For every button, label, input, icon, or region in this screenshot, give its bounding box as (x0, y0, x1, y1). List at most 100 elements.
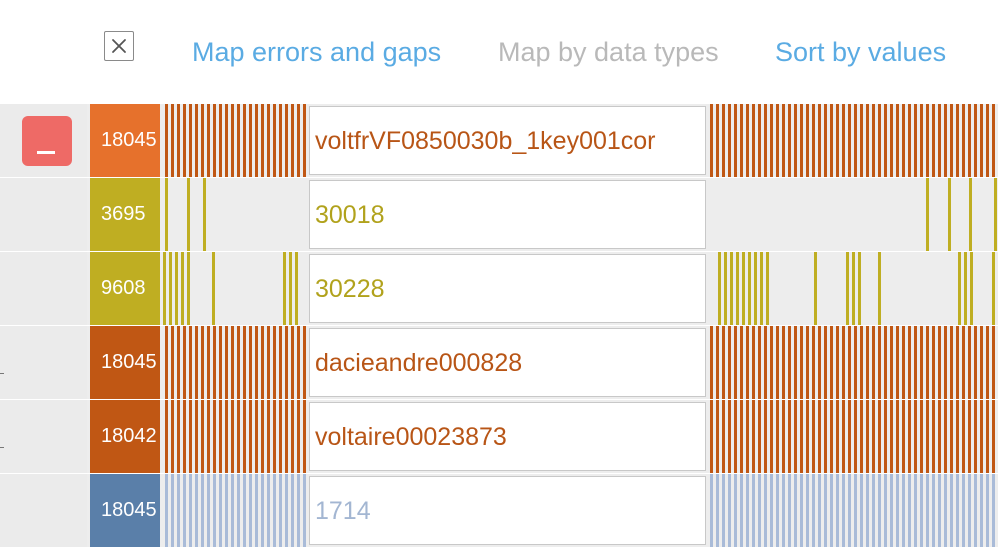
occurrence-bar (219, 474, 222, 547)
occurrence-bar (926, 474, 929, 547)
occurrence-bar (740, 400, 743, 473)
occurrence-bar (908, 326, 911, 399)
occurrence-bar (746, 326, 749, 399)
occurrence-bar (225, 104, 228, 177)
occurrence-bar (195, 400, 198, 473)
occurrence-bar (237, 474, 240, 547)
occurrence-bar (830, 400, 833, 473)
value-row[interactable]: 18042 voltaire00023873 (0, 400, 998, 473)
occurrence-bar (171, 474, 174, 547)
occurrence-bar (992, 400, 995, 473)
occurrence-bar (806, 104, 809, 177)
occurrence-bar (171, 326, 174, 399)
value-row[interactable]: 18045 1714 (0, 474, 998, 547)
occurrence-bar (806, 474, 809, 547)
occurrence-bar (187, 178, 190, 251)
occurrence-bar (866, 104, 869, 177)
occurrence-bar (297, 400, 300, 473)
value-row[interactable]: 3695 30018 (0, 178, 998, 251)
occurrence-bar (758, 326, 761, 399)
occurrence-bar (818, 400, 821, 473)
occurrence-bar (722, 474, 725, 547)
row-value-field[interactable]: dacieandre000828 (309, 328, 706, 397)
occurrence-bar (824, 104, 827, 177)
occurrence-bar (968, 400, 971, 473)
occurrence-bar (776, 474, 779, 547)
occurrence-bar (814, 252, 817, 325)
occurrence-bar (177, 474, 180, 547)
occurrence-bar (848, 326, 851, 399)
occurrence-bar (279, 326, 282, 399)
occurrence-bar (926, 400, 929, 473)
occurrence-bar (872, 400, 875, 473)
occurrence-bar (267, 104, 270, 177)
occurrence-bar (962, 474, 965, 547)
occurrence-bar (854, 400, 857, 473)
occurrence-bar (968, 104, 971, 177)
occurrence-bar (908, 474, 911, 547)
occurrence-bar (710, 474, 713, 547)
occurrence-bar (291, 400, 294, 473)
occurrence-bar (794, 400, 797, 473)
distribution-stripes-left (163, 252, 308, 325)
distribution-stripes-left (163, 326, 308, 399)
occurrence-bar (716, 474, 719, 547)
occurrence-bar (782, 400, 785, 473)
remove-row-button[interactable] (22, 116, 72, 166)
occurrence-bar (291, 474, 294, 547)
occurrence-bar (878, 104, 881, 177)
value-row[interactable]: 18045 voltfrVF0850030b_1key001cor (0, 104, 998, 177)
occurrence-bar (213, 104, 216, 177)
occurrence-bar (165, 326, 168, 399)
occurrence-bar (189, 400, 192, 473)
occurrence-bar (303, 104, 306, 177)
occurrence-bar (267, 400, 270, 473)
occurrence-bar (866, 400, 869, 473)
occurrence-bar (968, 326, 971, 399)
row-value-field[interactable]: voltaire00023873 (309, 402, 706, 471)
occurrence-bar (950, 104, 953, 177)
value-row[interactable]: 18045 dacieandre000828 (0, 326, 998, 399)
occurrence-bar (716, 326, 719, 399)
row-tick-mark (0, 447, 4, 448)
occurrence-bar (932, 104, 935, 177)
occurrence-bar (974, 400, 977, 473)
row-value-field[interactable]: voltfrVF0850030b_1key001cor (309, 106, 706, 175)
occurrence-bar (177, 326, 180, 399)
value-row[interactable]: 9608 30228 (0, 252, 998, 325)
occurrence-bar (255, 474, 258, 547)
occurrence-bar (758, 400, 761, 473)
occurrence-bar (231, 104, 234, 177)
occurrence-bar (956, 104, 959, 177)
occurrence-bar (285, 474, 288, 547)
occurrence-bar (175, 252, 178, 325)
occurrence-bar (878, 326, 881, 399)
sort-by-values-link[interactable]: Sort by values (775, 36, 946, 68)
map-errors-and-gaps-link[interactable]: Map errors and gaps (192, 36, 441, 68)
occurrence-bar (962, 400, 965, 473)
row-value-field[interactable]: 30228 (309, 254, 706, 323)
occurrence-bar (944, 474, 947, 547)
occurrence-bar (237, 104, 240, 177)
row-value-field[interactable]: 1714 (309, 476, 706, 545)
occurrence-bar (830, 326, 833, 399)
occurrence-bar (974, 474, 977, 547)
occurrence-bar (938, 326, 941, 399)
occurrence-bar (902, 326, 905, 399)
occurrence-bar (195, 474, 198, 547)
occurrence-bar (782, 326, 785, 399)
occurrence-bar (830, 474, 833, 547)
occurrence-bar (836, 104, 839, 177)
occurrence-bar (752, 400, 755, 473)
occurrence-bar (980, 326, 983, 399)
occurrence-bar (866, 474, 869, 547)
close-button[interactable] (104, 31, 134, 61)
occurrence-bar (938, 400, 941, 473)
row-gutter (0, 178, 87, 251)
occurrence-bar (207, 326, 210, 399)
occurrence-bar (788, 104, 791, 177)
row-value-field[interactable]: 30018 (309, 180, 706, 249)
occurrence-bar (279, 400, 282, 473)
occurrence-bar (824, 326, 827, 399)
row-tick-mark (0, 373, 4, 374)
